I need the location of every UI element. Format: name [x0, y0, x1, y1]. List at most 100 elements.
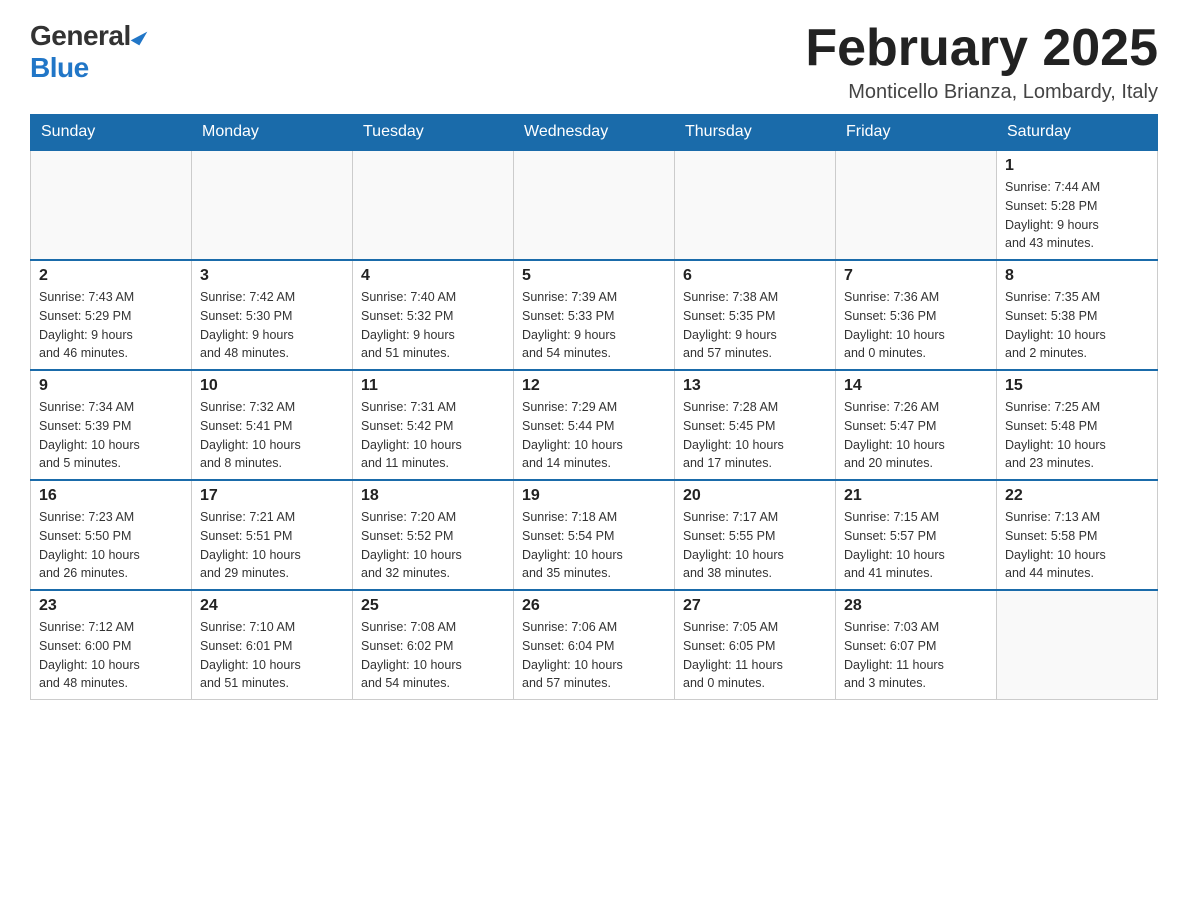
day-number: 13	[683, 377, 827, 395]
calendar-cell: 23 Sunrise: 7:12 AMSunset: 6:00 PMDayligh…	[31, 590, 192, 700]
day-info: Sunrise: 7:40 AMSunset: 5:32 PMDaylight:…	[361, 288, 505, 363]
calendar-week-row: 23 Sunrise: 7:12 AMSunset: 6:00 PMDayligh…	[31, 590, 1158, 700]
day-info: Sunrise: 7:05 AMSunset: 6:05 PMDaylight:…	[683, 618, 827, 693]
calendar-week-row: 16 Sunrise: 7:23 AMSunset: 5:50 PMDayligh…	[31, 480, 1158, 590]
calendar-cell: 22 Sunrise: 7:13 AMSunset: 5:58 PMDayligh…	[997, 480, 1158, 590]
day-number: 2	[39, 267, 183, 285]
calendar-cell	[836, 150, 997, 260]
day-info: Sunrise: 7:25 AMSunset: 5:48 PMDaylight:…	[1005, 398, 1149, 473]
day-info: Sunrise: 7:18 AMSunset: 5:54 PMDaylight:…	[522, 508, 666, 583]
calendar-cell: 2 Sunrise: 7:43 AMSunset: 5:29 PMDaylight…	[31, 260, 192, 370]
calendar-body: 1 Sunrise: 7:44 AMSunset: 5:28 PMDaylight…	[31, 150, 1158, 700]
day-number: 14	[844, 377, 988, 395]
calendar-cell: 10 Sunrise: 7:32 AMSunset: 5:41 PMDayligh…	[192, 370, 353, 480]
day-number: 7	[844, 267, 988, 285]
location-text: Monticello Brianza, Lombardy, Italy	[805, 81, 1158, 104]
day-info: Sunrise: 7:08 AMSunset: 6:02 PMDaylight:…	[361, 618, 505, 693]
day-number: 26	[522, 597, 666, 615]
day-info: Sunrise: 7:42 AMSunset: 5:30 PMDaylight:…	[200, 288, 344, 363]
page-header: General Blue February 2025 Monticello Br…	[30, 20, 1158, 104]
day-number: 25	[361, 597, 505, 615]
calendar-cell: 9 Sunrise: 7:34 AMSunset: 5:39 PMDaylight…	[31, 370, 192, 480]
day-info: Sunrise: 7:34 AMSunset: 5:39 PMDaylight:…	[39, 398, 183, 473]
day-number: 8	[1005, 267, 1149, 285]
day-info: Sunrise: 7:17 AMSunset: 5:55 PMDaylight:…	[683, 508, 827, 583]
day-info: Sunrise: 7:28 AMSunset: 5:45 PMDaylight:…	[683, 398, 827, 473]
calendar-week-row: 2 Sunrise: 7:43 AMSunset: 5:29 PMDaylight…	[31, 260, 1158, 370]
calendar-cell: 18 Sunrise: 7:20 AMSunset: 5:52 PMDayligh…	[353, 480, 514, 590]
day-number: 9	[39, 377, 183, 395]
day-info: Sunrise: 7:43 AMSunset: 5:29 PMDaylight:…	[39, 288, 183, 363]
calendar-cell: 26 Sunrise: 7:06 AMSunset: 6:04 PMDayligh…	[514, 590, 675, 700]
day-of-week-header: Wednesday	[514, 115, 675, 151]
day-info: Sunrise: 7:20 AMSunset: 5:52 PMDaylight:…	[361, 508, 505, 583]
calendar-cell: 3 Sunrise: 7:42 AMSunset: 5:30 PMDaylight…	[192, 260, 353, 370]
day-number: 18	[361, 487, 505, 505]
calendar-cell	[31, 150, 192, 260]
calendar-cell: 20 Sunrise: 7:17 AMSunset: 5:55 PMDayligh…	[675, 480, 836, 590]
day-info: Sunrise: 7:35 AMSunset: 5:38 PMDaylight:…	[1005, 288, 1149, 363]
calendar-cell: 13 Sunrise: 7:28 AMSunset: 5:45 PMDayligh…	[675, 370, 836, 480]
day-number: 10	[200, 377, 344, 395]
calendar-cell: 15 Sunrise: 7:25 AMSunset: 5:48 PMDayligh…	[997, 370, 1158, 480]
calendar-cell: 17Sunrise: 7:21 AMSunset: 5:51 PMDayligh…	[192, 480, 353, 590]
calendar-header: SundayMondayTuesdayWednesdayThursdayFrid…	[31, 115, 1158, 151]
calendar-cell: 5Sunrise: 7:39 AMSunset: 5:33 PMDaylight…	[514, 260, 675, 370]
calendar-cell: 11 Sunrise: 7:31 AMSunset: 5:42 PMDayligh…	[353, 370, 514, 480]
calendar-cell: 14Sunrise: 7:26 AMSunset: 5:47 PMDayligh…	[836, 370, 997, 480]
day-of-week-header: Friday	[836, 115, 997, 151]
day-info: Sunrise: 7:13 AMSunset: 5:58 PMDaylight:…	[1005, 508, 1149, 583]
day-info: Sunrise: 7:15 AMSunset: 5:57 PMDaylight:…	[844, 508, 988, 583]
logo-general-text: General	[30, 20, 131, 52]
day-of-week-header: Sunday	[31, 115, 192, 151]
header-row: SundayMondayTuesdayWednesdayThursdayFrid…	[31, 115, 1158, 151]
day-of-week-header: Saturday	[997, 115, 1158, 151]
day-number: 20	[683, 487, 827, 505]
day-info: Sunrise: 7:21 AMSunset: 5:51 PMDaylight:…	[200, 508, 344, 583]
day-number: 12	[522, 377, 666, 395]
day-number: 22	[1005, 487, 1149, 505]
day-info: Sunrise: 7:03 AMSunset: 6:07 PMDaylight:…	[844, 618, 988, 693]
calendar-cell	[514, 150, 675, 260]
calendar-week-row: 1 Sunrise: 7:44 AMSunset: 5:28 PMDaylight…	[31, 150, 1158, 260]
day-info: Sunrise: 7:29 AMSunset: 5:44 PMDaylight:…	[522, 398, 666, 473]
day-info: Sunrise: 7:36 AMSunset: 5:36 PMDaylight:…	[844, 288, 988, 363]
day-number: 3	[200, 267, 344, 285]
day-info: Sunrise: 7:32 AMSunset: 5:41 PMDaylight:…	[200, 398, 344, 473]
calendar-table: SundayMondayTuesdayWednesdayThursdayFrid…	[30, 114, 1158, 700]
day-number: 27	[683, 597, 827, 615]
calendar-week-row: 9 Sunrise: 7:34 AMSunset: 5:39 PMDaylight…	[31, 370, 1158, 480]
calendar-cell	[997, 590, 1158, 700]
day-info: Sunrise: 7:31 AMSunset: 5:42 PMDaylight:…	[361, 398, 505, 473]
day-of-week-header: Tuesday	[353, 115, 514, 151]
day-info: Sunrise: 7:44 AMSunset: 5:28 PMDaylight:…	[1005, 178, 1149, 253]
day-info: Sunrise: 7:23 AMSunset: 5:50 PMDaylight:…	[39, 508, 183, 583]
day-number: 21	[844, 487, 988, 505]
day-info: Sunrise: 7:38 AMSunset: 5:35 PMDaylight:…	[683, 288, 827, 363]
day-number: 28	[844, 597, 988, 615]
calendar-cell: 24 Sunrise: 7:10 AMSunset: 6:01 PMDayligh…	[192, 590, 353, 700]
day-info: Sunrise: 7:06 AMSunset: 6:04 PMDaylight:…	[522, 618, 666, 693]
day-of-week-header: Thursday	[675, 115, 836, 151]
calendar-cell	[353, 150, 514, 260]
day-number: 5	[522, 267, 666, 285]
calendar-cell: 6Sunrise: 7:38 AMSunset: 5:35 PMDaylight…	[675, 260, 836, 370]
day-number: 24	[200, 597, 344, 615]
day-number: 23	[39, 597, 183, 615]
logo-triangle-icon	[130, 27, 147, 46]
day-info: Sunrise: 7:12 AMSunset: 6:00 PMDaylight:…	[39, 618, 183, 693]
logo: General Blue	[30, 20, 144, 84]
calendar-cell: 28 Sunrise: 7:03 AMSunset: 6:07 PMDayligh…	[836, 590, 997, 700]
day-number: 15	[1005, 377, 1149, 395]
calendar-cell: 16 Sunrise: 7:23 AMSunset: 5:50 PMDayligh…	[31, 480, 192, 590]
calendar-cell: 12 Sunrise: 7:29 AMSunset: 5:44 PMDayligh…	[514, 370, 675, 480]
day-number: 19	[522, 487, 666, 505]
day-info: Sunrise: 7:10 AMSunset: 6:01 PMDaylight:…	[200, 618, 344, 693]
day-number: 11	[361, 377, 505, 395]
calendar-cell: 8 Sunrise: 7:35 AMSunset: 5:38 PMDaylight…	[997, 260, 1158, 370]
day-number: 16	[39, 487, 183, 505]
calendar-cell: 19 Sunrise: 7:18 AMSunset: 5:54 PMDayligh…	[514, 480, 675, 590]
day-number: 1	[1005, 157, 1149, 175]
calendar-cell: 25 Sunrise: 7:08 AMSunset: 6:02 PMDayligh…	[353, 590, 514, 700]
calendar-cell: 4Sunrise: 7:40 AMSunset: 5:32 PMDaylight…	[353, 260, 514, 370]
